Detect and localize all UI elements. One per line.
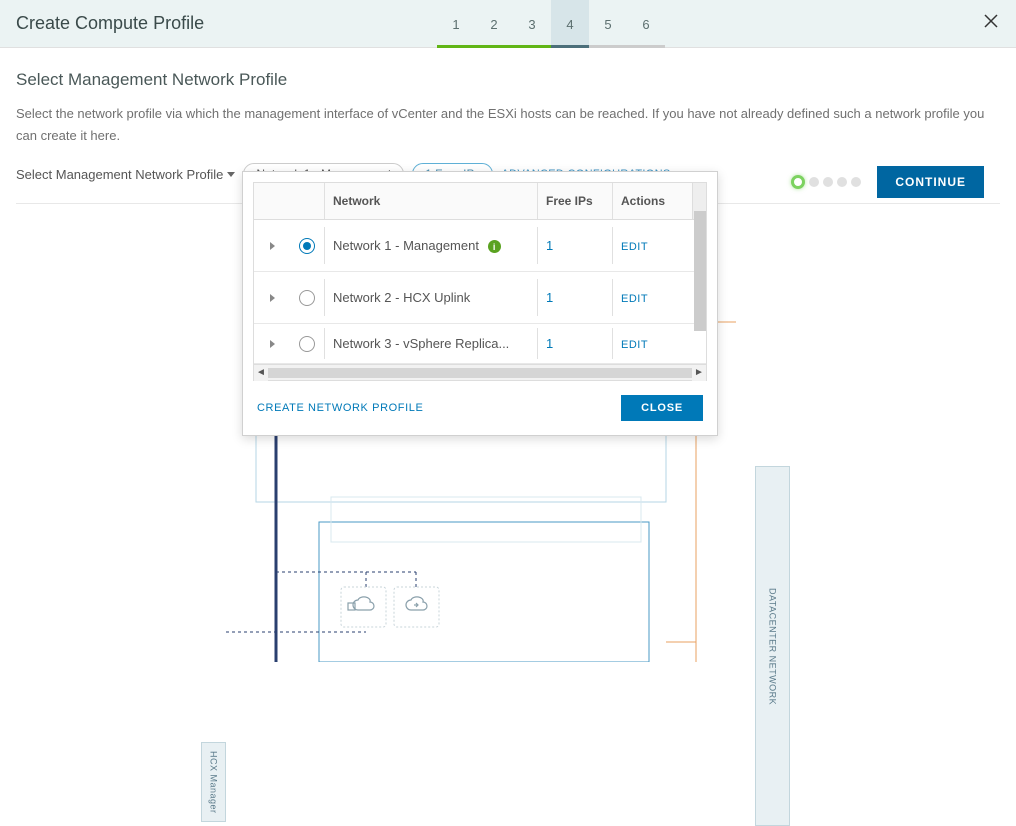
col-freeips-header[interactable]: Free IPs: [537, 183, 612, 219]
continue-button[interactable]: CONTINUE: [877, 166, 984, 198]
info-icon[interactable]: i: [488, 240, 501, 253]
expand-row-icon[interactable]: [270, 290, 275, 305]
select-profile-dropdown[interactable]: Select Management Network Profile: [16, 167, 235, 182]
horizontal-scrollbar-track[interactable]: [268, 368, 692, 378]
network-name-cell: Network 2 - HCX Uplink: [324, 279, 537, 316]
col-network-header[interactable]: Network: [324, 183, 537, 219]
step-5[interactable]: 5: [589, 0, 627, 48]
close-dropdown-button[interactable]: CLOSE: [621, 395, 703, 421]
step-indicator: 1 2 3 4 5 6: [437, 0, 665, 48]
chevron-down-icon: [227, 172, 235, 177]
table-row: Network 2 - HCX Uplink 1 EDIT: [254, 272, 706, 324]
horizontal-scrollbar[interactable]: ◄ ►: [254, 364, 706, 380]
dot-2: [809, 177, 819, 187]
hcx-manager-label: HCX Manager: [209, 751, 219, 814]
network-name: Network 3 - vSphere Replica...: [333, 336, 509, 351]
dot-4: [837, 177, 847, 187]
select-label-text: Select Management Network Profile: [16, 167, 223, 182]
select-network-radio[interactable]: [299, 336, 315, 352]
edit-network-link[interactable]: EDIT: [621, 339, 648, 351]
free-ips-cell: 1: [537, 279, 612, 316]
free-ips-cell: 1: [537, 328, 612, 359]
col-radio-header: [290, 183, 324, 219]
step-1[interactable]: 1: [437, 0, 475, 48]
network-name: Network 1 - Management: [333, 238, 479, 253]
vertical-scrollbar-thumb[interactable]: [694, 211, 706, 331]
close-icon[interactable]: [982, 12, 1000, 36]
expand-row-icon[interactable]: [270, 336, 275, 351]
dot-3: [823, 177, 833, 187]
dropdown-footer: CREATE NETWORK PROFILE CLOSE: [253, 381, 707, 423]
hcx-manager-box: HCX Manager: [201, 742, 226, 822]
step-2[interactable]: 2: [475, 0, 513, 48]
datacenter-network-label: DATACENTER NETWORK: [768, 588, 778, 705]
network-profile-dropdown: Network Free IPs Actions Network 1 - Man…: [242, 171, 718, 436]
scroll-right-icon[interactable]: ►: [692, 365, 706, 381]
table-header: Network Free IPs Actions: [254, 183, 706, 220]
dot-1: [791, 175, 805, 189]
select-network-radio[interactable]: [299, 290, 315, 306]
network-name-cell: Network 1 - Management i: [324, 227, 537, 264]
section-description: Select the network profile via which the…: [16, 103, 1000, 147]
step-6[interactable]: 6: [627, 0, 665, 48]
wizard-title: Create Compute Profile: [16, 13, 204, 34]
datacenter-network-box: DATACENTER NETWORK: [755, 466, 790, 826]
right-controls: CONTINUE: [791, 166, 984, 198]
wizard-header: Create Compute Profile 1 2 3 4 5 6: [0, 0, 1016, 48]
free-ips-cell: 1: [537, 227, 612, 264]
create-network-profile-link[interactable]: CREATE NETWORK PROFILE: [257, 402, 423, 414]
edit-network-link[interactable]: EDIT: [621, 241, 648, 253]
expand-row-icon[interactable]: [270, 238, 275, 253]
section-title: Select Management Network Profile: [16, 70, 1000, 90]
col-actions-header[interactable]: Actions: [612, 183, 692, 219]
col-expand-header: [254, 183, 290, 219]
select-network-radio[interactable]: [299, 238, 315, 254]
scroll-left-icon[interactable]: ◄: [254, 365, 268, 381]
network-name-cell: Network 3 - vSphere Replica...: [324, 328, 537, 359]
step-4[interactable]: 4: [551, 0, 589, 48]
table-row: Network 3 - vSphere Replica... 1 EDIT: [254, 324, 706, 364]
dot-5: [851, 177, 861, 187]
edit-network-link[interactable]: EDIT: [621, 293, 648, 305]
network-name: Network 2 - HCX Uplink: [333, 290, 470, 305]
step-3[interactable]: 3: [513, 0, 551, 48]
progress-dots: [791, 175, 861, 189]
table-row: Network 1 - Management i 1 EDIT: [254, 220, 706, 272]
